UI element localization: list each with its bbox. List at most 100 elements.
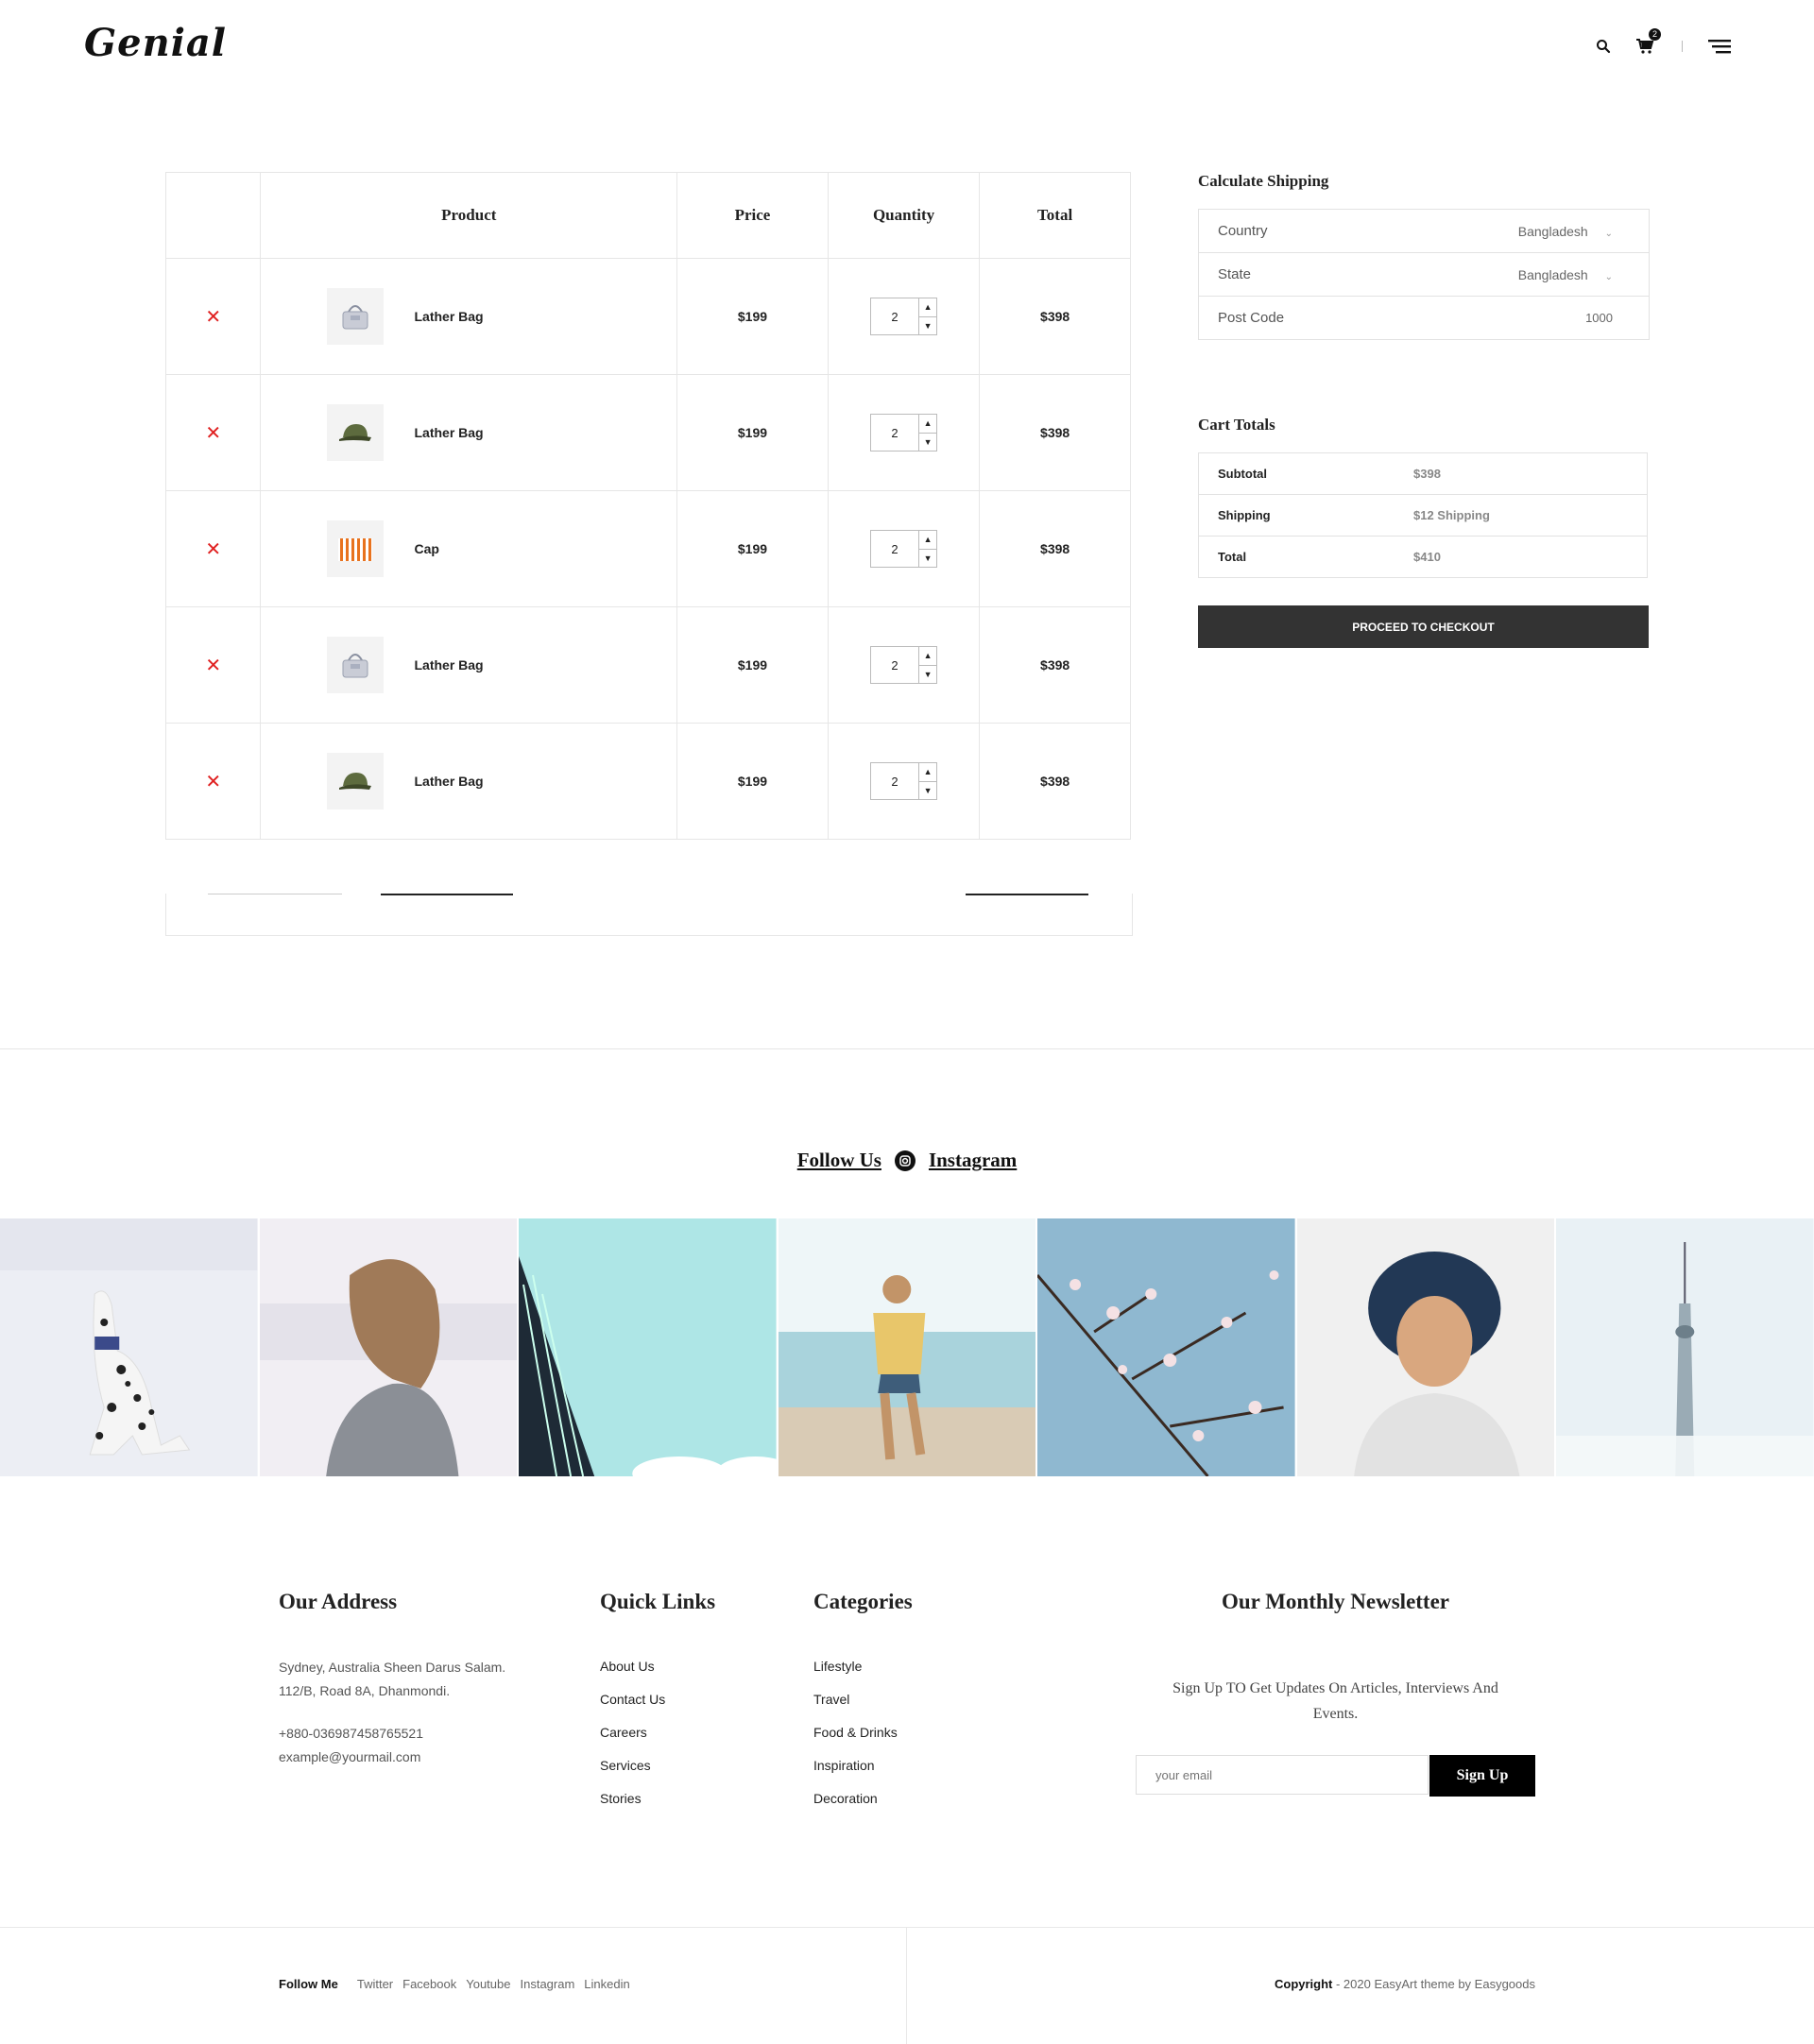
instagram-link[interactable]: Instagram <box>929 1149 1017 1172</box>
instagram-photo-blossom[interactable] <box>1037 1218 1295 1476</box>
cap-icon[interactable] <box>327 404 385 461</box>
cart-row: ✕ Lather Bag $199 2 ▲ ▼ $398 <box>164 723 1131 840</box>
phone-number[interactable]: +880-036987458765521 <box>279 1722 505 1746</box>
footer-link-stories[interactable]: Stories <box>600 1782 665 1815</box>
instagram-photo-building[interactable] <box>519 1218 777 1476</box>
instagram-photo-beach[interactable] <box>778 1218 1036 1476</box>
quantity-stepper[interactable]: 2 ▲ ▼ <box>870 530 938 568</box>
instagram-gallery <box>0 1218 1814 1476</box>
instagram-follow: Follow Us Instagram <box>0 1149 1814 1172</box>
cart-table: Product Price Quantity Total ✕ Lather Ba… <box>164 172 1131 840</box>
chevron-down-icon[interactable]: ▼ <box>919 782 936 800</box>
postcode-value[interactable]: 1000 <box>1585 311 1613 325</box>
chevron-up-icon[interactable]: ▲ <box>919 298 937 317</box>
header-divider <box>1682 41 1683 52</box>
product-price: $199 <box>676 723 829 840</box>
country-label: Country <box>1218 223 1268 239</box>
product-name[interactable]: Lather Bag <box>414 309 483 324</box>
quantity-value[interactable]: 2 <box>871 647 918 683</box>
total-column-header: Total <box>979 172 1131 259</box>
chevron-down-icon[interactable]: ▼ <box>919 434 936 451</box>
cart-icon[interactable]: 2 <box>1633 28 1661 59</box>
remove-item-icon[interactable]: ✕ <box>205 423 221 444</box>
instagram-photo-man-hat[interactable] <box>1296 1218 1555 1476</box>
subtotal-value: $398 <box>1413 467 1441 481</box>
quantity-stepper[interactable]: 2 ▲ ▼ <box>870 646 938 684</box>
chevron-down-icon[interactable]: ▼ <box>919 666 936 684</box>
quantity-stepper[interactable]: 2 ▲ ▼ <box>870 298 938 335</box>
remove-item-icon[interactable]: ✕ <box>205 656 221 676</box>
footer-link-services[interactable]: Services <box>600 1749 665 1782</box>
follow-us-link[interactable]: Follow Us <box>797 1149 881 1172</box>
category-link-food-drinks[interactable]: Food & Drinks <box>813 1716 898 1749</box>
quantity-stepper[interactable]: 2 ▲ ▼ <box>870 762 938 800</box>
email-address[interactable]: example@yourmail.com <box>279 1746 505 1769</box>
instagram-icon[interactable] <box>894 1150 916 1171</box>
quantity-stepper[interactable]: 2 ▲ ▼ <box>870 414 938 451</box>
instagram-photo-woman-hair[interactable] <box>259 1218 518 1476</box>
instagram-photo-dog[interactable] <box>0 1218 258 1476</box>
category-link-inspiration[interactable]: Inspiration <box>813 1749 898 1782</box>
chevron-down-icon[interactable]: ⌄ <box>1605 229 1613 239</box>
social-link-twitter[interactable]: Twitter <box>357 1977 393 1991</box>
remove-item-icon[interactable]: ✕ <box>205 772 221 792</box>
social-link-facebook[interactable]: Facebook <box>402 1977 456 1991</box>
chevron-up-icon[interactable]: ▲ <box>919 763 937 782</box>
update-cart-button[interactable] <box>966 894 1088 895</box>
search-icon[interactable] <box>1591 34 1616 59</box>
newsletter-email-input[interactable] <box>1136 1755 1429 1795</box>
product-name[interactable]: Cap <box>414 541 438 556</box>
footer-link-careers[interactable]: Careers <box>600 1716 665 1749</box>
site-logo[interactable]: Genial <box>84 21 227 65</box>
category-link-decoration[interactable]: Decoration <box>813 1782 898 1815</box>
menu-icon[interactable] <box>1707 34 1732 59</box>
follow-me-label: Follow Me <box>279 1977 338 1991</box>
product-total: $398 <box>979 374 1131 491</box>
chevron-up-icon[interactable]: ▲ <box>919 647 937 666</box>
remove-item-icon[interactable]: ✕ <box>205 307 221 328</box>
sign-up-button[interactable]: Sign Up <box>1429 1755 1535 1797</box>
country-select[interactable]: Country Bangladesh ⌄ <box>1199 210 1649 253</box>
chevron-down-icon[interactable]: ⌄ <box>1605 272 1613 282</box>
bag-icon[interactable] <box>327 288 385 345</box>
quantity-value[interactable]: 2 <box>871 531 918 567</box>
social-link-instagram[interactable]: Instagram <box>520 1977 574 1991</box>
product-name[interactable]: Lather Bag <box>414 774 483 789</box>
category-link-travel[interactable]: Travel <box>813 1683 898 1716</box>
quantity-value[interactable]: 2 <box>871 298 918 334</box>
postcode-field[interactable]: Post Code 1000 <box>1199 297 1649 339</box>
categories-title: Categories <box>813 1590 913 1613</box>
chevron-up-icon[interactable]: ▲ <box>919 531 937 550</box>
quantity-value[interactable]: 2 <box>871 763 918 799</box>
state-label: State <box>1218 266 1252 282</box>
total-label: Total <box>1218 550 1247 564</box>
instagram-photo-tower[interactable] <box>1556 1218 1814 1476</box>
newsletter-title: Our Monthly Newsletter <box>1221 1590 1450 1613</box>
striped-bag-icon[interactable] <box>327 520 385 577</box>
cart-row: ✕ Lather Bag $199 2 ▲ ▼ $398 <box>164 374 1131 491</box>
state-select[interactable]: State Bangladesh ⌄ <box>1199 253 1649 297</box>
total-value: $410 <box>1413 550 1441 564</box>
cap-icon[interactable] <box>327 753 385 809</box>
state-value[interactable]: Bangladesh <box>1518 267 1588 282</box>
product-total: $398 <box>979 723 1131 840</box>
apply-coupon-button[interactable] <box>381 894 513 895</box>
bag-icon[interactable] <box>327 637 385 693</box>
proceed-to-checkout-button[interactable]: PROCEED TO CHECKOUT <box>1198 605 1649 648</box>
footer-link-contact[interactable]: Contact Us <box>600 1683 665 1716</box>
footer-link-about[interactable]: About Us <box>600 1650 665 1683</box>
product-column-header: Product <box>260 172 678 259</box>
remove-column-header <box>164 172 262 259</box>
social-link-youtube[interactable]: Youtube <box>466 1977 510 1991</box>
product-name[interactable]: Lather Bag <box>414 425 483 440</box>
remove-item-icon[interactable]: ✕ <box>205 539 221 560</box>
chevron-down-icon[interactable]: ▼ <box>919 550 936 568</box>
category-link-lifestyle[interactable]: Lifestyle <box>813 1650 898 1683</box>
copyright-label: Copyright <box>1274 1977 1333 1991</box>
country-value[interactable]: Bangladesh <box>1518 224 1588 239</box>
quantity-value[interactable]: 2 <box>871 415 918 451</box>
chevron-down-icon[interactable]: ▼ <box>919 317 936 335</box>
social-link-linkedin[interactable]: Linkedin <box>584 1977 629 1991</box>
product-name[interactable]: Lather Bag <box>414 657 483 673</box>
chevron-up-icon[interactable]: ▲ <box>919 415 937 434</box>
